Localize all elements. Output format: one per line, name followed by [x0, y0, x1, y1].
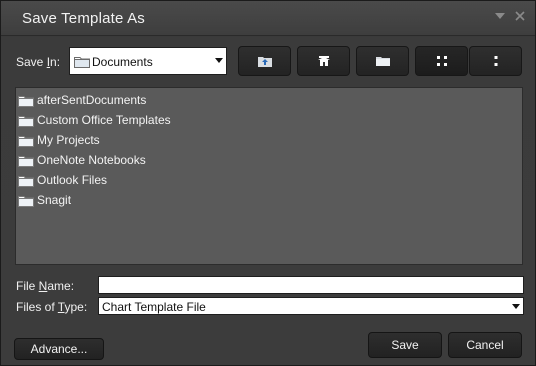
save-template-dialog: Save Template As Save In: Documents afte… [0, 0, 536, 366]
file-name-label: File Name: [16, 279, 75, 293]
files-of-type-label: Files of Type: [16, 300, 88, 314]
new-folder-button[interactable] [356, 46, 409, 76]
files-of-type-value: Chart Template File [102, 300, 206, 314]
file-list[interactable]: afterSentDocuments Custom Office Templat… [15, 87, 523, 265]
list-item-label: afterSentDocuments [37, 93, 147, 107]
save-in-dropdown[interactable]: Documents [69, 47, 227, 75]
chevron-down-icon[interactable] [215, 58, 223, 63]
details-view-button[interactable] [469, 46, 522, 76]
triangle-down-icon[interactable] [493, 10, 507, 24]
folder-icon [74, 56, 90, 71]
cancel-button[interactable]: Cancel [448, 332, 522, 358]
folder-icon [18, 195, 34, 210]
list-item-label: Outlook Files [37, 173, 108, 187]
files-of-type-dropdown[interactable]: Chart Template File [98, 297, 524, 315]
up-folder-button[interactable] [238, 46, 291, 76]
folder-icon [18, 115, 34, 130]
list-item-label: OneNote Notebooks [37, 153, 146, 167]
list-item-label: Snagit [37, 193, 72, 207]
save-in-label: Save In: [16, 55, 61, 69]
folder-icon [18, 155, 34, 170]
save-button[interactable]: Save [368, 332, 442, 358]
close-icon[interactable] [513, 10, 527, 24]
folder-icon [18, 95, 34, 110]
list-view-button[interactable] [415, 46, 468, 76]
folder-icon [18, 175, 34, 190]
home-button[interactable] [297, 46, 350, 76]
dialog-title: Save Template As [22, 10, 145, 27]
title-bar[interactable]: Save Template As [1, 1, 535, 36]
advance-button[interactable]: Advance... [14, 338, 104, 360]
chevron-down-icon[interactable] [512, 304, 520, 309]
file-name-input[interactable] [98, 276, 524, 294]
save-in-value: Documents [92, 55, 153, 69]
list-item-label: Custom Office Templates [37, 113, 171, 127]
list-item-label: My Projects [37, 133, 100, 147]
folder-icon [18, 135, 34, 150]
